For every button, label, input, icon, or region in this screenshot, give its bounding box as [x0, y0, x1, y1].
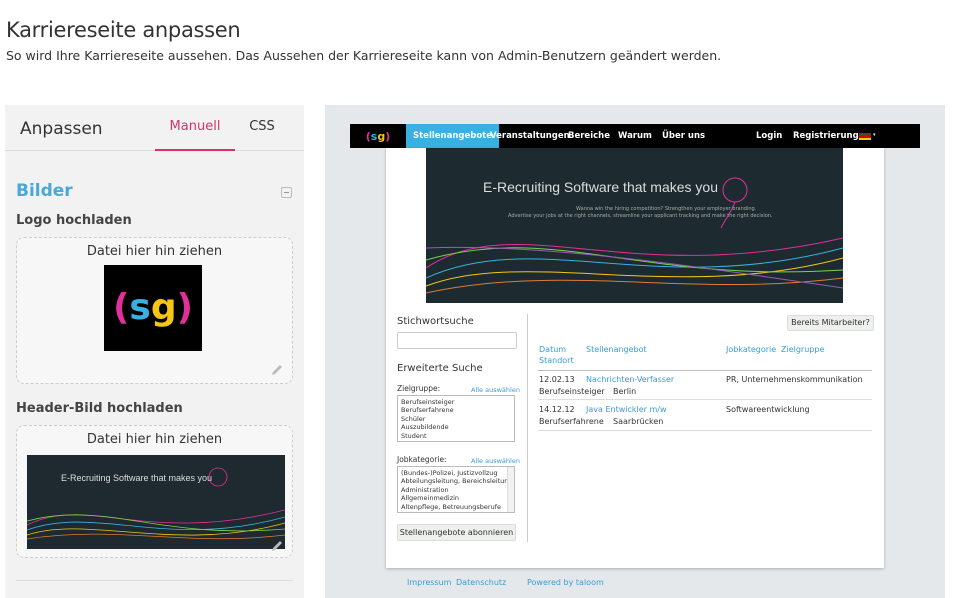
column-header-datum[interactable]: Datum	[539, 345, 566, 354]
row-divider	[538, 399, 872, 400]
panel-header: Anpassen Manuell CSS	[5, 105, 304, 151]
header-dropzone[interactable]: Datei hier hin ziehen E-Recruiting Softw…	[16, 425, 293, 558]
logo-image: (sg)	[104, 265, 202, 351]
listbox-scrollbar[interactable]	[507, 467, 514, 512]
tab-manuell[interactable]: Manuell	[155, 105, 235, 151]
language-flag-icon[interactable]	[859, 133, 871, 140]
row-1-date: 12.02.13	[539, 375, 575, 384]
customize-panel: Anpassen Manuell CSS Bilder Logo hochlad…	[5, 105, 304, 598]
divider	[16, 580, 293, 581]
footer-datenschutz-link[interactable]: Datenschutz	[456, 578, 506, 587]
chevron-down-icon[interactable]: ▾	[873, 132, 876, 138]
list-item[interactable]: Auszubildende	[401, 423, 511, 431]
preview-navbar: (sg) Stellenangebote Veranstaltungen Ber…	[350, 124, 920, 148]
list-item[interactable]: Altenpflege, Betreuungsberufe	[401, 503, 511, 511]
column-header-jobkategorie[interactable]: Jobkategorie	[726, 345, 776, 354]
banner-line-2: Advertise your jobs at the right channel…	[508, 213, 773, 219]
preview-banner: E-Recruiting Software that makes you Wan…	[426, 148, 843, 303]
preview-body: E-Recruiting Software that makes you Wan…	[386, 148, 884, 568]
row-2-location: Saarbrücken	[613, 417, 664, 426]
table-header-line	[538, 370, 872, 371]
keyword-search-input[interactable]	[397, 332, 517, 349]
list-item[interactable]: Berufseinsteiger	[401, 398, 511, 406]
nav-warum[interactable]: Warum	[618, 124, 652, 148]
column-header-zielgruppe[interactable]: Zielgruppe	[781, 345, 824, 354]
target-group-listbox[interactable]: Berufseinsteiger Berufserfahrene Schüler…	[397, 395, 515, 442]
advanced-search-label: Erweiterte Suche	[397, 363, 483, 374]
footer-impressum-link[interactable]: Impressum	[407, 578, 451, 587]
list-item[interactable]: Schüler	[401, 415, 511, 423]
list-item[interactable]: Administration	[401, 486, 511, 494]
banner-title: E-Recruiting Software that makes you	[483, 179, 718, 195]
select-all-targets-link[interactable]: Alle auswählen	[471, 386, 520, 394]
svg-text:(sg): (sg)	[366, 130, 391, 143]
tab-css[interactable]: CSS	[240, 105, 284, 151]
svg-text:(sg): (sg)	[113, 287, 193, 328]
row-2-job-link[interactable]: Java Entwickler m/w	[586, 405, 667, 414]
row-1-target: Berufseinsteiger	[539, 387, 605, 396]
row-2-target: Berufserfahrene	[539, 417, 604, 426]
list-item[interactable]: Berufserfahrene	[401, 406, 511, 414]
vertical-separator	[527, 314, 528, 542]
row-2-category: Softwareentwicklung	[726, 405, 810, 414]
job-category-label: Jobkategorie:	[397, 455, 447, 464]
subscribe-jobs-button[interactable]: Stellenangebote abonnieren	[397, 524, 516, 541]
list-item[interactable]: Allgemeinmedizin	[401, 494, 511, 502]
panel-title: Anpassen	[20, 119, 103, 139]
list-item[interactable]: Student	[401, 432, 511, 440]
collapse-icon[interactable]	[281, 187, 292, 198]
nav-login[interactable]: Login	[756, 124, 782, 148]
section-title-bilder: Bilder	[16, 181, 73, 201]
target-group-label: Zielgruppe:	[397, 384, 441, 393]
header-image-text: E-Recruiting Software that makes you	[61, 473, 213, 483]
page-title: Karriereseite anpassen	[6, 18, 241, 42]
logo-upload-label: Logo hochladen	[16, 213, 132, 228]
banner-line-1: Wanna win the hiring competition? Streng…	[576, 206, 757, 212]
nav-registrierung[interactable]: Registrierung	[793, 124, 859, 148]
page-subtitle: So wird Ihre Karriereseite aussehen. Das…	[6, 48, 722, 63]
nav-veranstaltungen[interactable]: Veranstaltungen	[490, 124, 570, 148]
select-all-categories-link[interactable]: Alle auswählen	[471, 457, 520, 465]
nav-stellenangebote[interactable]: Stellenangebote	[406, 124, 499, 148]
column-header-standort[interactable]: Standort	[539, 356, 574, 365]
row-1-category: PR, Unternehmenskommunikation	[726, 375, 863, 384]
already-employee-button[interactable]: Bereits Mitarbeiter?	[787, 315, 874, 331]
header-upload-label: Header-Bild hochladen	[16, 401, 183, 416]
header-image: E-Recruiting Software that makes you	[27, 455, 285, 549]
row-1-job-link[interactable]: Nachrichten-Verfasser	[586, 375, 674, 384]
logo-drop-text: Datei hier hin ziehen	[86, 244, 223, 259]
list-item[interactable]: Abteilungsleitung, Bereichsleitung	[401, 477, 513, 485]
logo-dropzone[interactable]: Datei hier hin ziehen (sg)	[16, 237, 293, 384]
keyword-search-label: Stichwortsuche	[397, 316, 474, 327]
edit-header-pencil-icon[interactable]	[270, 539, 284, 553]
header-drop-text: Datei hier hin ziehen	[86, 432, 223, 447]
nav-ueber-uns[interactable]: Über uns	[662, 124, 705, 148]
list-item[interactable]: (Bundes-)Polizei, Justizvollzug	[401, 469, 511, 477]
column-header-stellenangebot[interactable]: Stellenangebot	[586, 345, 647, 354]
row-2-date: 14.12.12	[539, 405, 575, 414]
row-divider	[538, 430, 872, 431]
preview-logo[interactable]: (sg)	[350, 124, 406, 148]
row-1-location: Berlin	[613, 387, 637, 396]
edit-logo-pencil-icon[interactable]	[270, 363, 284, 377]
footer-powered-by-link[interactable]: Powered by taloom	[527, 578, 604, 587]
nav-bereiche[interactable]: Bereiche	[568, 124, 610, 148]
job-category-listbox[interactable]: (Bundes-)Polizei, Justizvollzug Abteilun…	[397, 466, 515, 513]
